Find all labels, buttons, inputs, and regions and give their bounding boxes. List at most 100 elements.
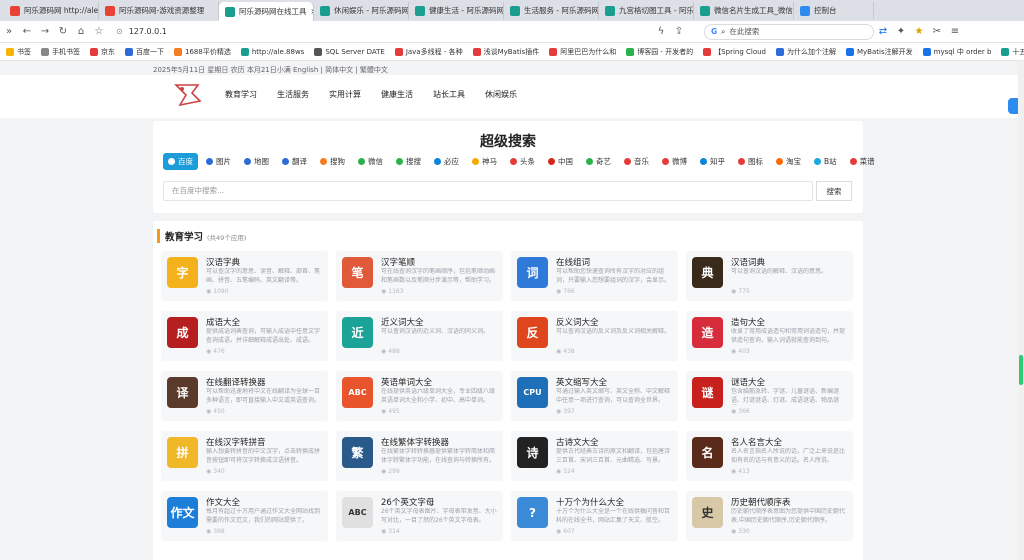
nav-item[interactable]: 教育学习: [225, 89, 257, 100]
engine-icon: [472, 158, 479, 165]
app-card[interactable]: 译在线翻译转换器 可以帮助迅速地将中文在线翻译为全球一百多种语言，即可直接输入中文…: [161, 371, 328, 421]
browser-tab[interactable]: 生活服务 - 阿乐源码网在: [504, 2, 599, 19]
share-icon[interactable]: ⇪: [670, 26, 688, 37]
browser-tab[interactable]: 微信名片生成工具_微信名: [694, 2, 794, 19]
search-engine-tab[interactable]: 翻译: [277, 153, 312, 170]
bookmark-item[interactable]: 【Spring Cloud: [703, 47, 766, 57]
app-description: 输入想要转拼音的中文汉字，点击转换成拼音按钮即可将汉字转换成汉语拼音。: [206, 448, 321, 464]
search-engine-tab[interactable]: 菜谱: [845, 153, 880, 170]
app-card[interactable]: 近近义词大全 可以查询汉语的近义词、汉语的同义词。 ◉ 488: [336, 311, 503, 361]
menu-icon[interactable]: ≡: [946, 26, 964, 37]
bookmark-item[interactable]: 1688平价精选: [174, 47, 231, 57]
search-engine-tab[interactable]: 知乎: [695, 153, 730, 170]
bookmark-item[interactable]: 手机书签: [41, 47, 80, 57]
tab-label: 微信名片生成工具_微信名: [714, 6, 794, 15]
bookmark-item[interactable]: MyBatis注解开发: [846, 47, 913, 57]
app-card[interactable]: CPU 英文缩写大全 可通过输入英文缩写、英文全称、中文解释中任意一项进行查询，可以…: [511, 371, 678, 421]
search-input[interactable]: 在百度中搜索...: [163, 181, 813, 201]
nav-item[interactable]: 站长工具: [433, 89, 465, 100]
app-card[interactable]: 繁在线繁体字转换器 在线繁体字转转换器提供繁体字转简体和简体字转繁体字功能，在线查…: [336, 431, 503, 481]
reload-icon[interactable]: ↻: [54, 26, 72, 37]
browser-tab[interactable]: 阿乐源码网在线工具×: [219, 2, 314, 21]
app-card[interactable]: 造造句大全 收录了常用成语造句和常用词语造句，并提供造句查询，输入词语就能查询到句…: [686, 311, 853, 361]
bookmark-item[interactable]: 百度一下: [125, 47, 164, 57]
app-card[interactable]: 字汉语字典 可以查汉字的意思、读音、解释、部首、笔画、拼音、五笔编码、英文翻译等。…: [161, 251, 328, 301]
site-logo[interactable]: [172, 79, 204, 111]
eye-icon: ◉: [381, 468, 387, 475]
search-button[interactable]: 搜索: [816, 181, 852, 201]
bookmark-item[interactable]: 阿里巴巴为什么和: [549, 47, 616, 57]
app-icon: ABC: [342, 377, 373, 408]
search-engine-tab[interactable]: 头条: [505, 153, 540, 170]
browser-tab[interactable]: 健康生活 - 阿乐源码网在: [409, 2, 504, 19]
nav-item[interactable]: 生活服务: [277, 89, 309, 100]
forward-icon[interactable]: →: [36, 26, 54, 37]
search-engine-tab[interactable]: B站: [809, 153, 842, 170]
search-engine-tab[interactable]: 地图: [239, 153, 274, 170]
search-engine-tab[interactable]: 微信: [353, 153, 388, 170]
app-card[interactable]: 谜谜语大全 包含脑筋急转、字谜、儿童谜语、新编谜语、灯谜谜语、灯谜、成语谜语、物品…: [686, 371, 853, 421]
back-icon[interactable]: ←: [18, 26, 36, 37]
app-card[interactable]: 成成语大全 提供成语词典查询，可输入成语中任意文字查询成语，并详细解释成语出处、成…: [161, 311, 328, 361]
app-card[interactable]: 作文 作文大全 每月有超过十万用户通过作文大全网站找到需要的作文范文，我们的网站提供…: [161, 491, 328, 541]
bookmark-item[interactable]: SQL Server DATE: [314, 47, 385, 56]
browser-tab[interactable]: 阿乐源码网-游戏资源整理: [99, 2, 219, 19]
search-engine-tab[interactable]: 淘宝: [771, 153, 806, 170]
scrollbar[interactable]: [1018, 61, 1024, 560]
app-card[interactable]: 拼在线汉字转拼音 输入想要转拼音的中文汉字，点击转换成拼音按钮即可将汉字转换成汉语…: [161, 431, 328, 481]
extension-translate-icon[interactable]: ⇄: [874, 26, 892, 37]
browser-tab[interactable]: 控制台: [794, 2, 874, 19]
sidebar-toggle-icon[interactable]: »: [0, 26, 18, 37]
bookmark-item[interactable]: Java多线程 - 各种: [394, 47, 463, 57]
app-card[interactable]: 诗古诗文大全 提供古代经典古诗的原文和翻译，包括唐诗三百首、宋词三百首、元曲精选、…: [511, 431, 678, 481]
browser-tab[interactable]: 阿乐源码网 http://ale.lele: [4, 2, 99, 19]
browser-tab[interactable]: 九宫格切图工具 - 阿乐源: [599, 2, 694, 19]
lightning-icon[interactable]: ϟ: [652, 26, 670, 37]
home-icon[interactable]: ⌂: [72, 26, 90, 37]
app-card[interactable]: 史历史朝代顺序表 历史朝代顺序表意图为您提供中国历史朝代表,中国历史朝代顺序,历史…: [686, 491, 853, 541]
search-engine-tab[interactable]: 奇艺: [581, 153, 616, 170]
extension-cut-icon[interactable]: ✂: [928, 26, 946, 37]
app-card[interactable]: ABC 英语单词大全 在线提供英语六级单词大全，专业四级八级英语单词大全和小学、初中…: [336, 371, 503, 421]
app-card[interactable]: 名名人名言大全 名人名言指名人所说的话，广泛上来说是比如有名的话与有意义的话。名人…: [686, 431, 853, 481]
search-engine-tab[interactable]: 搜搜: [391, 153, 426, 170]
search-engine-tab[interactable]: 百度: [163, 153, 198, 170]
app-card[interactable]: ABC 26个英文字母 26个英文字母表图片、字母表带发音、大小写对比，一目了然的2…: [336, 491, 503, 541]
scrollbar-thumb[interactable]: [1019, 355, 1023, 385]
view-count: 330: [738, 528, 750, 535]
bookmark-label: 博客园 - 开发者的: [637, 47, 694, 56]
app-description: 可以查询汉语的解释、汉语的意思。: [731, 268, 828, 275]
app-card[interactable]: 反反义词大全 可以查询汉语的反义词及反义词相关解释。 ◉ 438: [511, 311, 678, 361]
search-engine-tab[interactable]: 音乐: [619, 153, 654, 170]
search-engine-tab[interactable]: 神马: [467, 153, 502, 170]
bookmark-item[interactable]: 十五分钟用Spr: [1001, 47, 1024, 57]
address-bar[interactable]: ⊙ 127.0.0.1: [112, 24, 652, 40]
search-engine-tab[interactable]: 搜狗: [315, 153, 350, 170]
extension-puzzle-icon[interactable]: ✦: [892, 26, 910, 37]
app-views: ◉ 340: [206, 468, 225, 475]
engine-label: 微博: [672, 157, 687, 166]
bookmark-item[interactable]: 京东: [90, 47, 115, 57]
bookmark-item[interactable]: http://ale.88ws: [240, 47, 304, 56]
search-engine-tab[interactable]: 微博: [657, 153, 692, 170]
search-engine-tab[interactable]: 中国: [543, 153, 578, 170]
search-engine-tab[interactable]: 图标: [733, 153, 768, 170]
nav-item[interactable]: 健康生活: [381, 89, 413, 100]
app-card[interactable]: 笔汉字笔顺 可在线查询汉字的笔画顺序，包括笔顺动画和笔画数以及笔顺分步演示等，帮助…: [336, 251, 503, 301]
extension-star-icon[interactable]: ★: [910, 26, 928, 37]
bookmark-item[interactable]: mysql 中 order b: [922, 47, 991, 57]
browser-search-box[interactable]: G ⌕ 在此搜索: [704, 23, 874, 40]
bookmark-item[interactable]: 为什么加个注解: [776, 47, 836, 57]
app-card[interactable]: 词在线组词 可以帮助您快速查询所有汉字的对应的组词，只要输入您想要组词的汉字，会显…: [511, 251, 678, 301]
search-engine-tab[interactable]: 必应: [429, 153, 464, 170]
bookmark-item[interactable]: 浅谈MyBatis插件: [472, 47, 539, 57]
nav-item[interactable]: 实用计算: [329, 89, 361, 100]
bookmark-item[interactable]: 书签: [6, 47, 31, 57]
search-engine-tab[interactable]: 图片: [201, 153, 236, 170]
browser-tab[interactable]: 休闲娱乐 - 阿乐源码网在: [314, 2, 409, 19]
bookmark-item[interactable]: 博客园 - 开发者的: [626, 47, 693, 57]
nav-item[interactable]: 休闲娱乐: [485, 89, 517, 100]
app-card[interactable]: 典汉语词典 可以查询汉语的解释、汉语的意思。 ◉ 775: [686, 251, 853, 301]
bookmark-star-icon[interactable]: ☆: [90, 26, 108, 37]
app-card[interactable]: ? 十万个为什么大全 十万个为什么大全是一个在线供稿问答和百科的在线全书，网站汇集了…: [511, 491, 678, 541]
